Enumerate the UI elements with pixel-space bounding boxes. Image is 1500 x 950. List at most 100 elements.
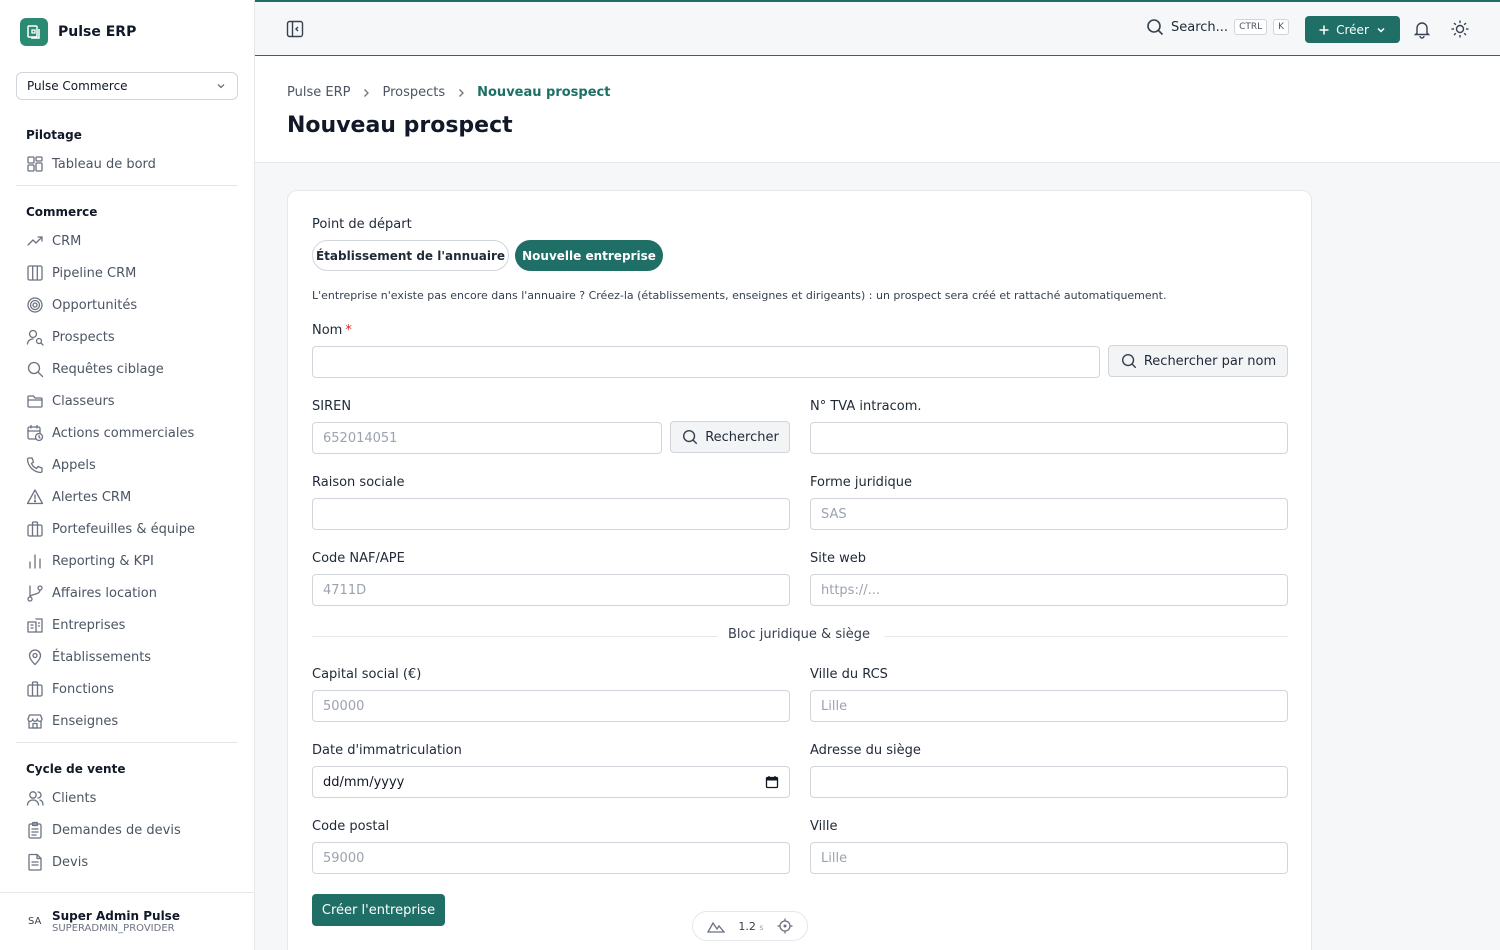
sidebar-item-crm[interactable]: CRM (16, 225, 238, 257)
option-directory-button[interactable]: Établissement de l'annuaire (312, 240, 509, 271)
tva-label: N° TVA intracom. (810, 399, 922, 414)
map-pin-icon (28, 649, 42, 666)
sidebar-item-classeurs[interactable]: Classeurs (16, 385, 238, 417)
nav-section-title: Cycle de vente (26, 762, 126, 776)
brand[interactable]: Pulse ERP (20, 18, 136, 46)
render-time-unit: s (759, 922, 764, 932)
section-divider-right (884, 636, 1288, 637)
sidebar-toggle-button[interactable] (285, 19, 305, 43)
store-icon (27, 714, 43, 729)
ville-input[interactable] (810, 842, 1288, 874)
calendar-icon[interactable] (765, 775, 779, 789)
crosshair-icon[interactable] (777, 918, 793, 934)
sidebar-item-clients[interactable]: Clients (16, 782, 238, 814)
create-button[interactable]: Créer (1305, 16, 1400, 43)
date-input[interactable]: dd/mm/yyyy (312, 766, 790, 798)
adresse-input[interactable] (810, 766, 1288, 798)
siren-search-button[interactable]: Rechercher (670, 421, 790, 453)
theme-toggle-button[interactable] (1450, 19, 1470, 43)
forme-juridique-label: Forme juridique (810, 475, 913, 490)
sidebar-item-affaires-location[interactable]: Affaires location (16, 577, 238, 609)
sidebar-item-fonctions[interactable]: Fonctions (16, 673, 238, 705)
sidebar-item-label: Alertes CRM (52, 489, 132, 505)
sidebar-item-etablissements[interactable]: Établissements (16, 641, 238, 673)
notifications-button[interactable] (1412, 19, 1432, 43)
nav-separator (16, 742, 238, 743)
rcs-label: Ville du RCS (810, 667, 888, 682)
adresse-label: Adresse du siège (810, 743, 921, 758)
breadcrumb-prospects[interactable]: Prospects (382, 85, 445, 100)
clipboard-icon (28, 821, 42, 839)
sidebar-item-enseignes[interactable]: Enseignes (16, 705, 238, 737)
code-postal-input[interactable] (312, 842, 790, 874)
site-web-label: Site web (810, 551, 866, 566)
start-point-label: Point de départ (312, 217, 412, 232)
sidebar-item-actions-commerciales[interactable]: Actions commerciales (16, 417, 238, 449)
avatar: SA (28, 916, 42, 927)
raison-sociale-input[interactable] (312, 498, 790, 530)
option-new-company-button[interactable]: Nouvelle entreprise (515, 240, 663, 271)
sidebar-item-entreprises[interactable]: Entreprises (16, 609, 238, 641)
sidebar-item-opportunites[interactable]: Opportunités (16, 289, 238, 321)
naf-input[interactable] (312, 574, 790, 606)
capital-input[interactable] (312, 690, 790, 722)
page-title: Nouveau prospect (287, 113, 513, 138)
sidebar-item-label: Requêtes ciblage (52, 361, 164, 377)
briefcase-icon (27, 521, 43, 537)
sidebar-item-label: Actions commerciales (52, 425, 195, 441)
sidebar-item-label: Affaires location (52, 585, 157, 601)
search-by-name-button[interactable]: Rechercher par nom (1108, 345, 1288, 377)
search-icon (1121, 353, 1137, 369)
calendar-clock-icon (27, 424, 44, 442)
create-label: Créer (1336, 22, 1369, 37)
sidebar-item-devis[interactable]: Devis (16, 846, 238, 878)
render-time-value: 1.2 (738, 919, 756, 933)
help-text: L'entreprise n'existe pas encore dans l'… (312, 289, 1167, 302)
sidebar-item-tableau-de-bord[interactable]: Tableau de bord (16, 148, 238, 180)
sidebar: Pulse ERP Pulse Commerce Pilotage Tableau… (0, 0, 255, 950)
new-company-form: Point de départ Établissement de l'annua… (287, 190, 1312, 950)
sidebar-item-label: Appels (52, 457, 96, 473)
sidebar-item-label: Clients (52, 790, 97, 806)
organization-select-value: Pulse Commerce (27, 79, 128, 93)
site-web-input[interactable] (810, 574, 1288, 606)
sidebar-item-prospects[interactable]: Prospects (16, 321, 238, 353)
sidebar-item-requetes-ciblage[interactable]: Requêtes ciblage (16, 353, 238, 385)
columns-icon (27, 265, 43, 281)
siren-search-label: Rechercher (705, 429, 779, 445)
sidebar-item-portefeuilles-equipe[interactable]: Portefeuilles & équipe (16, 513, 238, 545)
sidebar-item-label: CRM (52, 233, 82, 249)
create-company-button[interactable]: Créer l'entreprise (312, 894, 445, 926)
sidebar-item-label: Reporting & KPI (52, 553, 154, 569)
breadcrumb-home[interactable]: Pulse ERP (287, 85, 350, 100)
organization-select[interactable]: Pulse Commerce (16, 72, 238, 100)
sidebar-item-pipeline-crm[interactable]: Pipeline CRM (16, 257, 238, 289)
sidebar-item-label: Entreprises (52, 617, 126, 633)
raison-sociale-label: Raison sociale (312, 475, 405, 490)
render-time: 1.2 s (738, 920, 763, 933)
shortcut-k: K (1273, 19, 1290, 35)
global-search-button[interactable]: Search... CTRL K (1145, 17, 1290, 37)
sidebar-item-label: Devis (52, 854, 89, 870)
sidebar-item-alertes-crm[interactable]: Alertes CRM (16, 481, 238, 513)
plus-icon (1319, 25, 1329, 34)
rcs-input[interactable] (810, 690, 1288, 722)
siren-input[interactable] (312, 422, 662, 454)
mountain-icon[interactable] (707, 919, 726, 933)
app-name: Pulse ERP (58, 24, 137, 40)
forme-juridique-input[interactable] (810, 498, 1288, 530)
sidebar-collapse-icon (286, 20, 304, 38)
file-text-icon (28, 853, 42, 871)
section-title: Bloc juridique & siège (728, 627, 870, 642)
sidebar-item-appels[interactable]: Appels (16, 449, 238, 481)
tva-input[interactable] (810, 422, 1288, 454)
ville-label: Ville (810, 819, 838, 834)
nom-label: Nom * (312, 323, 352, 338)
sidebar-item-demandes-de-devis[interactable]: Demandes de devis (16, 814, 238, 846)
sidebar-item-reporting-kpi[interactable]: Reporting & KPI (16, 545, 238, 577)
user-profile[interactable]: SA Super Admin Pulse SUPERADMIN_PROVIDER (0, 892, 254, 950)
nom-input[interactable] (312, 346, 1100, 378)
sidebar-item-label: Opportunités (52, 297, 138, 313)
shortcut-ctrl: CTRL (1234, 19, 1268, 35)
date-placeholder: dd/mm/yyyy (323, 774, 405, 790)
